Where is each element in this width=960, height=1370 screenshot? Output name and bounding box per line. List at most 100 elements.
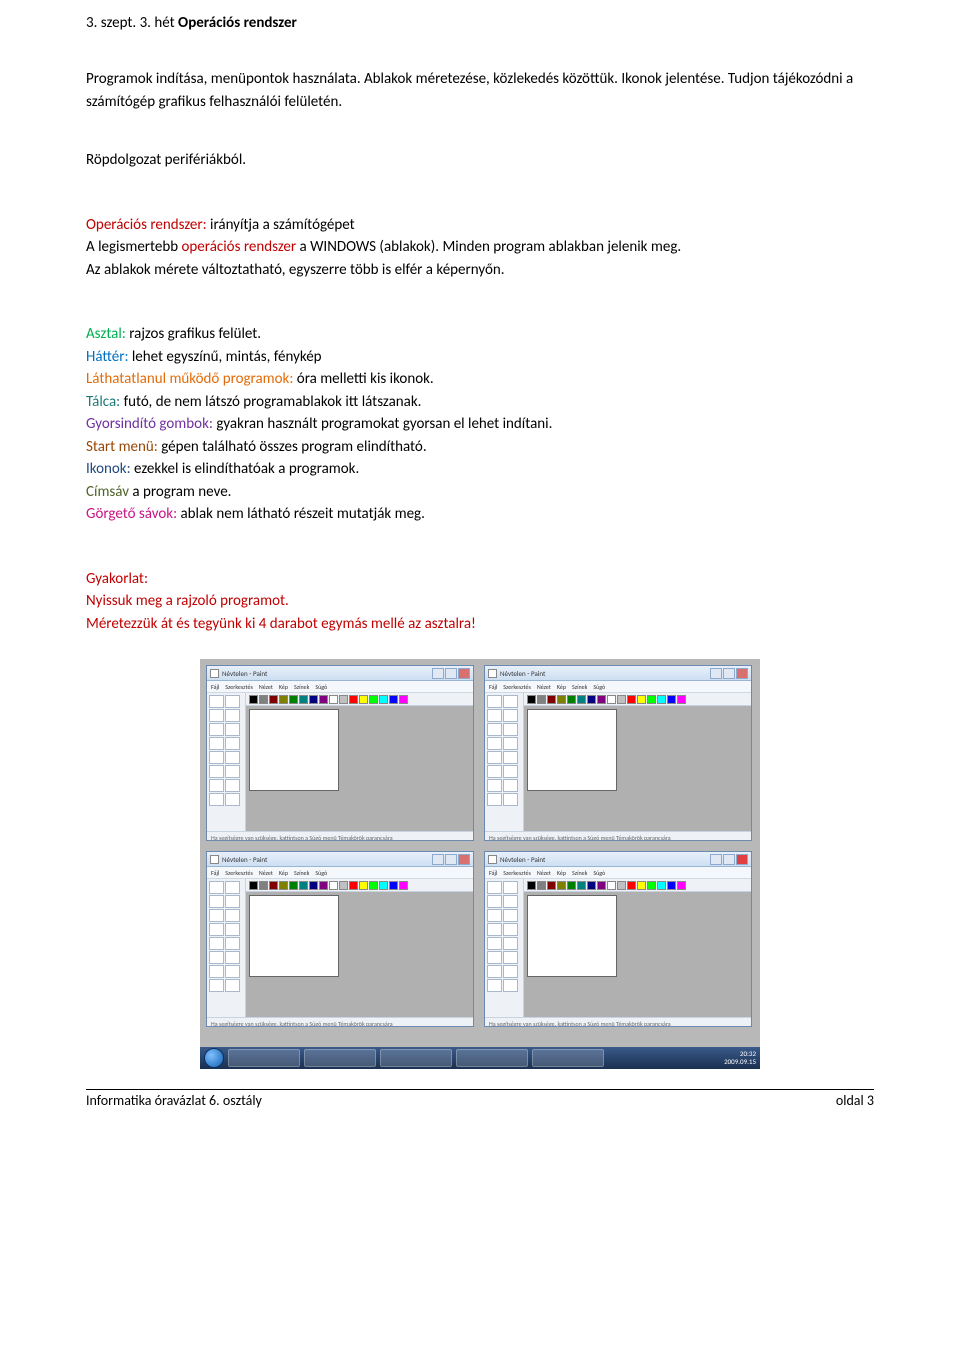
tool-button[interactable] [225, 751, 240, 764]
color-swatch[interactable] [647, 881, 656, 890]
menu-item[interactable]: Nézet [259, 869, 273, 877]
canvas-area[interactable] [246, 892, 473, 1017]
color-swatch[interactable] [279, 695, 288, 704]
color-swatch[interactable] [379, 881, 388, 890]
menu-item[interactable]: Kép [557, 683, 566, 691]
color-swatch[interactable] [527, 695, 536, 704]
menu-item[interactable]: Színek [572, 869, 587, 877]
tool-button[interactable] [487, 881, 502, 894]
tool-button[interactable] [225, 923, 240, 936]
color-swatch[interactable] [289, 695, 298, 704]
color-swatch[interactable] [537, 881, 546, 890]
tool-button[interactable] [225, 895, 240, 908]
tool-button[interactable] [503, 937, 518, 950]
tool-button[interactable] [487, 751, 502, 764]
close-button[interactable] [736, 854, 748, 865]
close-button[interactable] [736, 668, 748, 679]
tool-button[interactable] [225, 709, 240, 722]
tool-button[interactable] [209, 793, 224, 806]
menu-item[interactable]: Kép [557, 869, 566, 877]
tool-button[interactable] [209, 737, 224, 750]
tool-button[interactable] [225, 979, 240, 992]
tool-button[interactable] [503, 737, 518, 750]
color-swatch[interactable] [557, 881, 566, 890]
menu-item[interactable]: Kép [279, 683, 288, 691]
tool-button[interactable] [503, 695, 518, 708]
color-swatch[interactable] [607, 881, 616, 890]
color-swatch[interactable] [677, 881, 686, 890]
color-swatch[interactable] [567, 881, 576, 890]
menu-item[interactable]: Fájl [211, 683, 219, 691]
tool-button[interactable] [487, 965, 502, 978]
tool-button[interactable] [503, 881, 518, 894]
color-swatch[interactable] [259, 881, 268, 890]
color-swatch[interactable] [249, 881, 258, 890]
taskbar-item[interactable] [456, 1049, 528, 1067]
tool-button[interactable] [209, 723, 224, 736]
tool-button[interactable] [503, 751, 518, 764]
maximize-button[interactable] [723, 854, 735, 865]
tool-button[interactable] [209, 979, 224, 992]
color-swatch[interactable] [379, 695, 388, 704]
tool-button[interactable] [487, 895, 502, 908]
menu-item[interactable]: Szerkesztés [225, 869, 253, 877]
canvas[interactable] [249, 709, 339, 791]
tool-button[interactable] [225, 723, 240, 736]
tool-button[interactable] [503, 793, 518, 806]
taskbar-item[interactable] [532, 1049, 604, 1067]
menu-item[interactable]: Szerkesztés [503, 869, 531, 877]
canvas-area[interactable] [524, 892, 751, 1017]
color-swatch[interactable] [249, 695, 258, 704]
tool-button[interactable] [487, 709, 502, 722]
color-swatch[interactable] [339, 881, 348, 890]
color-swatch[interactable] [547, 881, 556, 890]
minimize-button[interactable] [432, 668, 444, 679]
tool-button[interactable] [503, 723, 518, 736]
color-swatch[interactable] [359, 881, 368, 890]
tool-button[interactable] [225, 737, 240, 750]
color-swatch[interactable] [617, 881, 626, 890]
color-swatch[interactable] [339, 695, 348, 704]
color-swatch[interactable] [269, 695, 278, 704]
color-swatch[interactable] [627, 695, 636, 704]
color-swatch[interactable] [607, 695, 616, 704]
color-swatch[interactable] [349, 881, 358, 890]
color-swatch[interactable] [657, 881, 666, 890]
menu-item[interactable]: Fájl [489, 869, 497, 877]
tool-button[interactable] [503, 965, 518, 978]
color-swatch[interactable] [349, 695, 358, 704]
color-swatch[interactable] [597, 695, 606, 704]
color-swatch[interactable] [319, 695, 328, 704]
tool-button[interactable] [503, 895, 518, 908]
canvas[interactable] [249, 895, 339, 977]
menu-item[interactable]: Súgó [315, 869, 327, 877]
tool-button[interactable] [209, 765, 224, 778]
menu-item[interactable]: Súgó [593, 683, 605, 691]
color-swatch[interactable] [309, 881, 318, 890]
window-titlebar[interactable]: Névtelen - Paint [207, 666, 473, 681]
color-swatch[interactable] [677, 695, 686, 704]
maximize-button[interactable] [723, 668, 735, 679]
color-swatch[interactable] [617, 695, 626, 704]
color-swatch[interactable] [309, 695, 318, 704]
menu-item[interactable]: Fájl [489, 683, 497, 691]
color-swatch[interactable] [637, 881, 646, 890]
color-swatch[interactable] [657, 695, 666, 704]
color-swatch[interactable] [627, 881, 636, 890]
color-swatch[interactable] [259, 695, 268, 704]
color-swatch[interactable] [537, 695, 546, 704]
color-swatch[interactable] [299, 695, 308, 704]
tool-button[interactable] [487, 923, 502, 936]
tool-button[interactable] [487, 793, 502, 806]
color-swatch[interactable] [399, 695, 408, 704]
canvas[interactable] [527, 895, 617, 977]
tool-button[interactable] [487, 979, 502, 992]
menu-item[interactable]: Szerkesztés [225, 683, 253, 691]
menu-item[interactable]: Nézet [537, 683, 551, 691]
canvas[interactable] [527, 709, 617, 791]
color-swatch[interactable] [547, 695, 556, 704]
color-swatch[interactable] [359, 695, 368, 704]
tool-button[interactable] [487, 951, 502, 964]
tool-button[interactable] [209, 951, 224, 964]
menu-item[interactable]: Színek [294, 683, 309, 691]
